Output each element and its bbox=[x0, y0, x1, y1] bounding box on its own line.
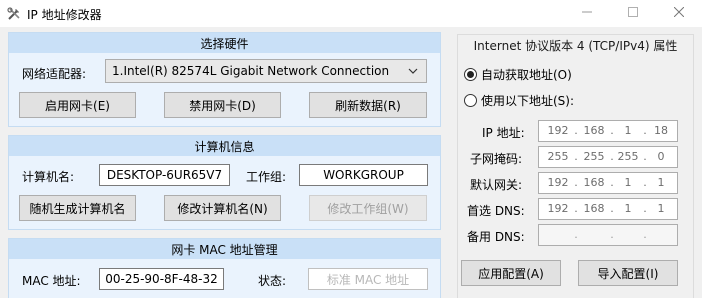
preferred-dns-label: 首选 DNS: bbox=[467, 204, 525, 218]
adapter-label: 网络适配器: bbox=[22, 67, 87, 81]
close-icon bbox=[673, 6, 685, 21]
gateway-octet: 168 bbox=[583, 176, 605, 189]
hardware-group: 选择硬件 网络适配器: 1.Intel(R) 82574L Gigabit Ne… bbox=[8, 32, 441, 127]
gateway-label: 默认网关: bbox=[470, 178, 523, 192]
auto-address-label: 自动获取地址(O) bbox=[481, 68, 572, 82]
mac-group: 网卡 MAC 地址管理 MAC 地址: 00-25-90-8F-48-32 状态… bbox=[8, 238, 441, 298]
mask-octet: 255 bbox=[583, 150, 605, 163]
alternate-dns-label: 备用 DNS: bbox=[467, 230, 525, 244]
gateway-field[interactable]: 192 . 168 . 1 . 1 bbox=[538, 172, 678, 194]
mask-octet: 0 bbox=[657, 150, 665, 163]
gateway-octet: 192 bbox=[547, 176, 569, 189]
chevron-down-icon bbox=[406, 64, 420, 78]
random-computer-name-button[interactable]: 随机生成计算机名 bbox=[19, 195, 136, 221]
mask-dot: . bbox=[574, 150, 578, 163]
close-button[interactable] bbox=[656, 0, 702, 27]
maximize-icon bbox=[628, 6, 638, 21]
dns1-octet: 168 bbox=[583, 202, 605, 215]
gateway-octet: 1 bbox=[657, 176, 665, 189]
auto-address-radio[interactable]: 自动获取地址(O) bbox=[464, 66, 572, 83]
ip-octet: 192 bbox=[547, 124, 569, 137]
dns1-octet: 1 bbox=[624, 202, 632, 215]
mask-octet: 255 bbox=[547, 150, 569, 163]
computer-info-group: 计算机信息 计算机名: DESKTOP-6UR65V7 工作组: WORKGRO… bbox=[8, 135, 441, 230]
computer-name-label: 计算机名: bbox=[22, 170, 75, 184]
subnet-mask-label: 子网掩码: bbox=[470, 152, 523, 166]
minimize-icon bbox=[582, 6, 592, 21]
ip-octet: 1 bbox=[624, 124, 632, 137]
preferred-dns-field[interactable]: 192 . 168 . 1 . 1 bbox=[538, 198, 678, 220]
ip-octet: 18 bbox=[654, 124, 668, 137]
mac-group-header: 网卡 MAC 地址管理 bbox=[9, 239, 440, 259]
radio-unselected-icon bbox=[464, 94, 477, 107]
dns1-dot: . bbox=[574, 202, 578, 215]
tools-icon bbox=[6, 6, 22, 22]
minimize-button[interactable] bbox=[564, 0, 610, 27]
ipv4-header: Internet 协议版本 4 (TCP/IPv4) 属性 bbox=[473, 38, 678, 53]
dns2-dot: . bbox=[643, 228, 647, 241]
workgroup-field[interactable]: WORKGROUP bbox=[299, 164, 428, 186]
dns1-octet: 1 bbox=[657, 202, 665, 215]
ip-dot: . bbox=[574, 124, 578, 137]
title-bar: IP 地址修改器 bbox=[0, 0, 702, 27]
ip-octet: 168 bbox=[583, 124, 605, 137]
ipv4-properties-panel: Internet 协议版本 4 (TCP/IPv4) 属性 自动获取地址(O) … bbox=[457, 34, 694, 298]
refresh-data-button[interactable]: 刷新数据(R) bbox=[309, 92, 427, 118]
dns1-octet: 192 bbox=[547, 202, 569, 215]
manual-address-radio[interactable]: 使用以下地址(S): bbox=[464, 92, 574, 109]
computer-info-header: 计算机信息 bbox=[9, 136, 440, 156]
radio-selected-icon bbox=[464, 68, 477, 81]
mac-status-field: 标准 MAC 地址 bbox=[308, 268, 428, 290]
computer-name-field[interactable]: DESKTOP-6UR65V7 bbox=[99, 164, 230, 186]
hardware-group-header: 选择硬件 bbox=[9, 33, 440, 53]
rename-computer-button[interactable]: 修改计算机名(N) bbox=[164, 195, 281, 221]
gateway-dot: . bbox=[574, 176, 578, 189]
ip-address-field[interactable]: 192 . 168 . 1 . 18 bbox=[538, 120, 678, 142]
adapter-select-value: 1.Intel(R) 82574L Gigabit Network Connec… bbox=[112, 64, 390, 78]
window-title: IP 地址修改器 bbox=[27, 8, 102, 22]
subnet-mask-field[interactable]: 255 . 255 . 255 . 0 bbox=[538, 146, 678, 168]
disable-adapter-button[interactable]: 禁用网卡(D) bbox=[164, 92, 281, 118]
enable-adapter-button[interactable]: 启用网卡(E) bbox=[19, 92, 136, 118]
ip-address-label: IP 地址: bbox=[482, 126, 525, 140]
mac-status-label: 状态: bbox=[258, 274, 287, 288]
mac-address-label: MAC 地址: bbox=[22, 274, 81, 288]
alternate-dns-field[interactable]: . . . bbox=[538, 224, 678, 246]
gateway-octet: 1 bbox=[624, 176, 632, 189]
mac-address-field[interactable]: 00-25-90-8F-48-32 bbox=[99, 268, 224, 290]
mask-octet: 255 bbox=[617, 150, 639, 163]
workgroup-label: 工作组: bbox=[246, 170, 287, 184]
adapter-select[interactable]: 1.Intel(R) 82574L Gigabit Network Connec… bbox=[105, 59, 427, 83]
dns2-dot: . bbox=[574, 228, 578, 241]
dns2-dot: . bbox=[610, 228, 614, 241]
import-config-button[interactable]: 导入配置(I) bbox=[578, 260, 678, 286]
manual-address-label: 使用以下地址(S): bbox=[481, 94, 575, 108]
change-workgroup-button[interactable]: 修改工作组(W) bbox=[309, 195, 427, 221]
client-area: 选择硬件 网络适配器: 1.Intel(R) 82574L Gigabit Ne… bbox=[0, 27, 702, 298]
apply-config-button[interactable]: 应用配置(A) bbox=[461, 260, 561, 286]
maximize-button[interactable] bbox=[610, 0, 656, 27]
